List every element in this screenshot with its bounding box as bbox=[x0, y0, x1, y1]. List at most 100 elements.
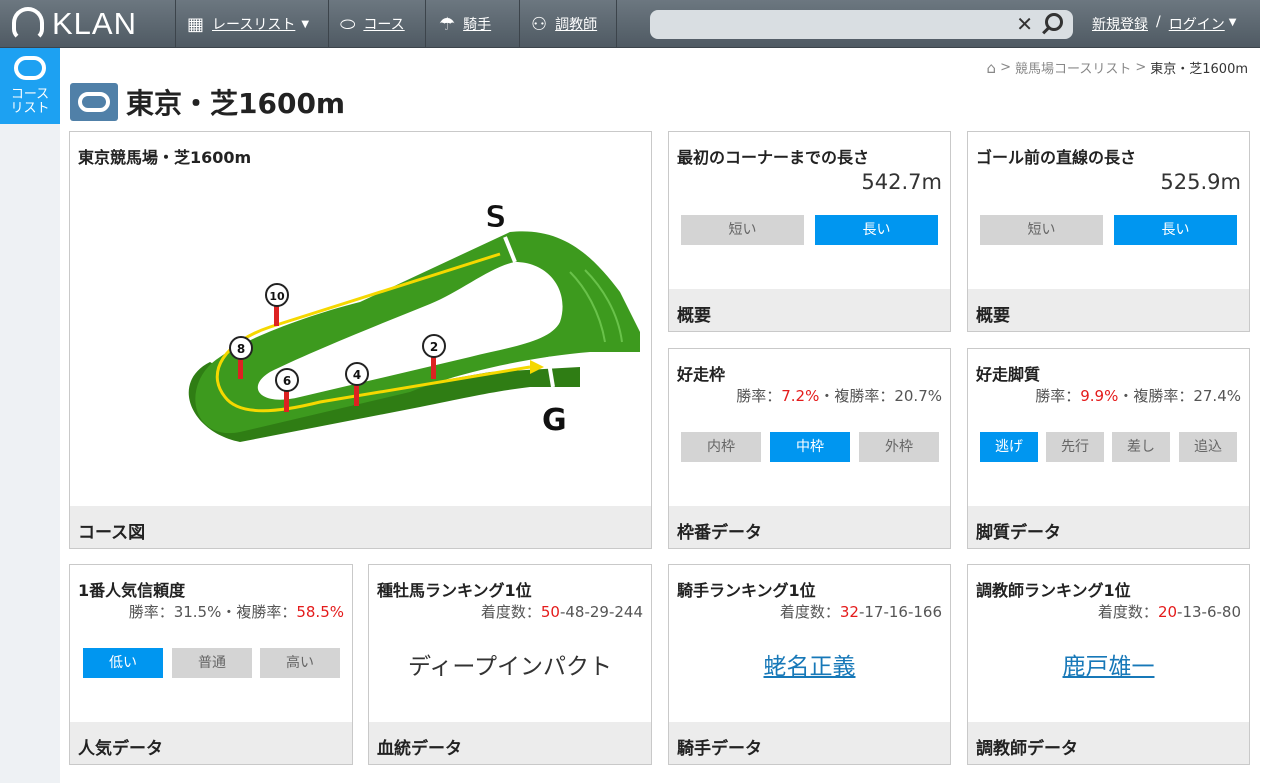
jockey-name-link[interactable]: 蛯名正義 bbox=[669, 647, 950, 681]
long-button[interactable]: 長い bbox=[1114, 215, 1237, 245]
oval-course-icon bbox=[70, 83, 118, 121]
sire-record: 着度数：50-48-29-244 bbox=[481, 601, 643, 622]
oval-course-icon bbox=[14, 56, 46, 80]
middle-post-button[interactable]: 中枠 bbox=[770, 432, 850, 462]
auth-links: 新規登録 / ログイン ▼ bbox=[1092, 14, 1236, 34]
home-stretch-card: ゴール前の直線の長さ 525.9m 短い 長い 概要 bbox=[967, 131, 1250, 332]
first-corner-card: 最初のコーナーまでの長さ 542.7m 短い 長い 概要 bbox=[668, 131, 951, 332]
favorite-stats: 勝率：31.5%・複勝率：58.5% bbox=[129, 601, 344, 622]
breadcrumb-course-list[interactable]: 競馬場コースリスト bbox=[1015, 58, 1131, 77]
post-position-card: 好走枠 勝率：7.2%・複勝率：20.7% 内枠 中枠 外枠 枠番データ bbox=[668, 348, 951, 549]
home-stretch-footer[interactable]: 概要 bbox=[968, 289, 1249, 331]
trainer-record: 着度数：20-13-6-80 bbox=[1098, 601, 1241, 622]
horseshoe-logo-icon bbox=[12, 7, 44, 41]
site-logo[interactable]: KLAN bbox=[0, 0, 176, 48]
start-marker: S bbox=[485, 200, 507, 235]
place-rate-label: ・複勝率：20.7% bbox=[819, 387, 942, 405]
nav-race-list[interactable]: ▦ レースリスト ▼ bbox=[177, 0, 329, 48]
record-label: 着度数： bbox=[1097, 603, 1158, 621]
sidebar: コース リスト bbox=[0, 48, 60, 783]
win-rate-label: 勝率： bbox=[736, 387, 782, 405]
running-style-title: 好走脚質 bbox=[976, 365, 1041, 384]
furlong-marker-label: 10 bbox=[269, 290, 285, 303]
win-rate-value: 9.9% bbox=[1080, 387, 1119, 405]
record-rest: -48-29-244 bbox=[559, 603, 643, 621]
sire-footer[interactable]: 血統データ bbox=[369, 722, 651, 764]
furlong-marker-10: 10 bbox=[265, 283, 289, 326]
win-rate-label: 勝率： bbox=[1035, 387, 1081, 405]
post-position-footer[interactable]: 枠番データ bbox=[669, 506, 950, 548]
breadcrumb-separator: > bbox=[1000, 60, 1011, 75]
sidebar-item-course-list[interactable]: コース リスト bbox=[0, 48, 60, 124]
course-map-title: 東京競馬場・芝1600m bbox=[78, 148, 252, 167]
closer-button[interactable]: 差し bbox=[1112, 432, 1170, 462]
course-map-footer[interactable]: コース図 bbox=[70, 506, 651, 548]
auth-separator: / bbox=[1156, 14, 1161, 30]
top-navigation-bar: KLAN ▦ レースリスト ▼ ⬭ コース ☂ 騎手 ⚇ 調教師 ✕ 新規登録 … bbox=[0, 0, 1260, 48]
long-button[interactable]: 長い bbox=[815, 215, 938, 245]
trainer-name-link[interactable]: 鹿戸雄一 bbox=[968, 647, 1249, 681]
nav-jockey[interactable]: ☂ 騎手 bbox=[427, 0, 520, 48]
course-map-diagram: S G 10 8 6 4 2 bbox=[188, 200, 640, 442]
chevron-down-icon[interactable]: ▼ bbox=[1229, 17, 1237, 34]
short-button[interactable]: 短い bbox=[980, 215, 1103, 245]
sire-card: 種牡馬ランキング1位 着度数：50-48-29-244 ディープインパクト 血統… bbox=[368, 564, 652, 765]
trainer-title: 調教師ランキング1位 bbox=[976, 581, 1131, 600]
home-icon[interactable]: ⌂ bbox=[987, 59, 997, 77]
record-wins: 32 bbox=[839, 603, 859, 621]
home-stretch-value: 525.9m bbox=[1160, 170, 1241, 194]
binoculars-icon: ⚇ bbox=[531, 13, 548, 35]
deep-closer-button[interactable]: 追込 bbox=[1179, 432, 1237, 462]
record-label: 着度数： bbox=[480, 603, 541, 621]
high-trust-button[interactable]: 高い bbox=[260, 648, 340, 678]
furlong-marker-label: 6 bbox=[283, 374, 291, 388]
search-input[interactable]: ✕ bbox=[650, 10, 1073, 39]
trainer-card: 調教師ランキング1位 着度数：20-13-6-80 鹿戸雄一 調教師データ bbox=[967, 564, 1250, 765]
chevron-down-icon: ▼ bbox=[301, 18, 310, 30]
front-runner-button[interactable]: 逃げ bbox=[980, 432, 1038, 462]
home-stretch-title: ゴール前の直線の長さ bbox=[976, 148, 1137, 167]
post-position-title: 好走枠 bbox=[677, 365, 726, 384]
breadcrumb-separator: > bbox=[1135, 60, 1147, 75]
running-style-footer[interactable]: 脚質データ bbox=[968, 506, 1249, 548]
jockey-card: 騎手ランキング1位 着度数：32-17-16-166 蛯名正義 騎手データ bbox=[668, 564, 951, 765]
sidebar-item-label: コース リスト bbox=[10, 87, 50, 116]
favorite-title: 1番人気信頼度 bbox=[78, 581, 186, 600]
furlong-marker-label: 2 bbox=[430, 340, 438, 354]
win-rate-label: 勝率：31.5%・複勝率： bbox=[128, 603, 297, 621]
page-header: 東京・芝1600m bbox=[70, 82, 345, 122]
trainer-footer[interactable]: 調教師データ bbox=[968, 722, 1249, 764]
record-rest: -13-6-80 bbox=[1177, 603, 1241, 621]
login-link[interactable]: ログイン bbox=[1169, 14, 1225, 34]
nav-course[interactable]: ⬭ コース bbox=[330, 0, 426, 48]
breadcrumb: ⌂ > 競馬場コースリスト > 東京・芝1600m bbox=[987, 58, 1248, 78]
running-style-card: 好走脚質 勝率：9.9%・複勝率：27.4% 逃げ 先行 差し 追込 脚質データ bbox=[967, 348, 1250, 549]
search-icon[interactable] bbox=[1045, 13, 1063, 31]
goal-marker: G bbox=[542, 403, 567, 438]
jockey-record: 着度数：32-17-16-166 bbox=[780, 601, 942, 622]
stalker-button[interactable]: 先行 bbox=[1046, 432, 1104, 462]
jockey-title: 騎手ランキング1位 bbox=[677, 581, 816, 600]
nav-trainer[interactable]: ⚇ 調教師 bbox=[521, 0, 617, 48]
course-map-card: 東京競馬場・芝1600m S G 10 8 6 4 2 コース図 bbox=[69, 131, 652, 549]
inner-post-button[interactable]: 内枠 bbox=[681, 432, 761, 462]
record-rest: -17-16-166 bbox=[858, 603, 942, 621]
favorite-footer[interactable]: 人気データ bbox=[70, 722, 352, 764]
low-trust-button[interactable]: 低い bbox=[83, 648, 163, 678]
clear-search-icon[interactable]: ✕ bbox=[1016, 12, 1033, 36]
outer-post-button[interactable]: 外枠 bbox=[859, 432, 939, 462]
sire-name: ディープインパクト bbox=[407, 654, 612, 680]
calendar-icon: ▦ bbox=[187, 13, 205, 35]
logo-text: KLAN bbox=[52, 6, 137, 41]
first-corner-footer[interactable]: 概要 bbox=[669, 289, 950, 331]
normal-trust-button[interactable]: 普通 bbox=[172, 648, 252, 678]
register-link[interactable]: 新規登録 bbox=[1092, 14, 1148, 34]
nav-trainer-label: 調教師 bbox=[555, 17, 598, 33]
record-label: 着度数： bbox=[779, 603, 840, 621]
furlong-marker-label: 4 bbox=[353, 368, 361, 382]
first-corner-title: 最初のコーナーまでの長さ bbox=[677, 148, 870, 167]
record-wins: 50 bbox=[540, 603, 560, 621]
first-corner-value: 542.7m bbox=[861, 170, 942, 194]
short-button[interactable]: 短い bbox=[681, 215, 804, 245]
jockey-footer[interactable]: 騎手データ bbox=[669, 722, 950, 764]
